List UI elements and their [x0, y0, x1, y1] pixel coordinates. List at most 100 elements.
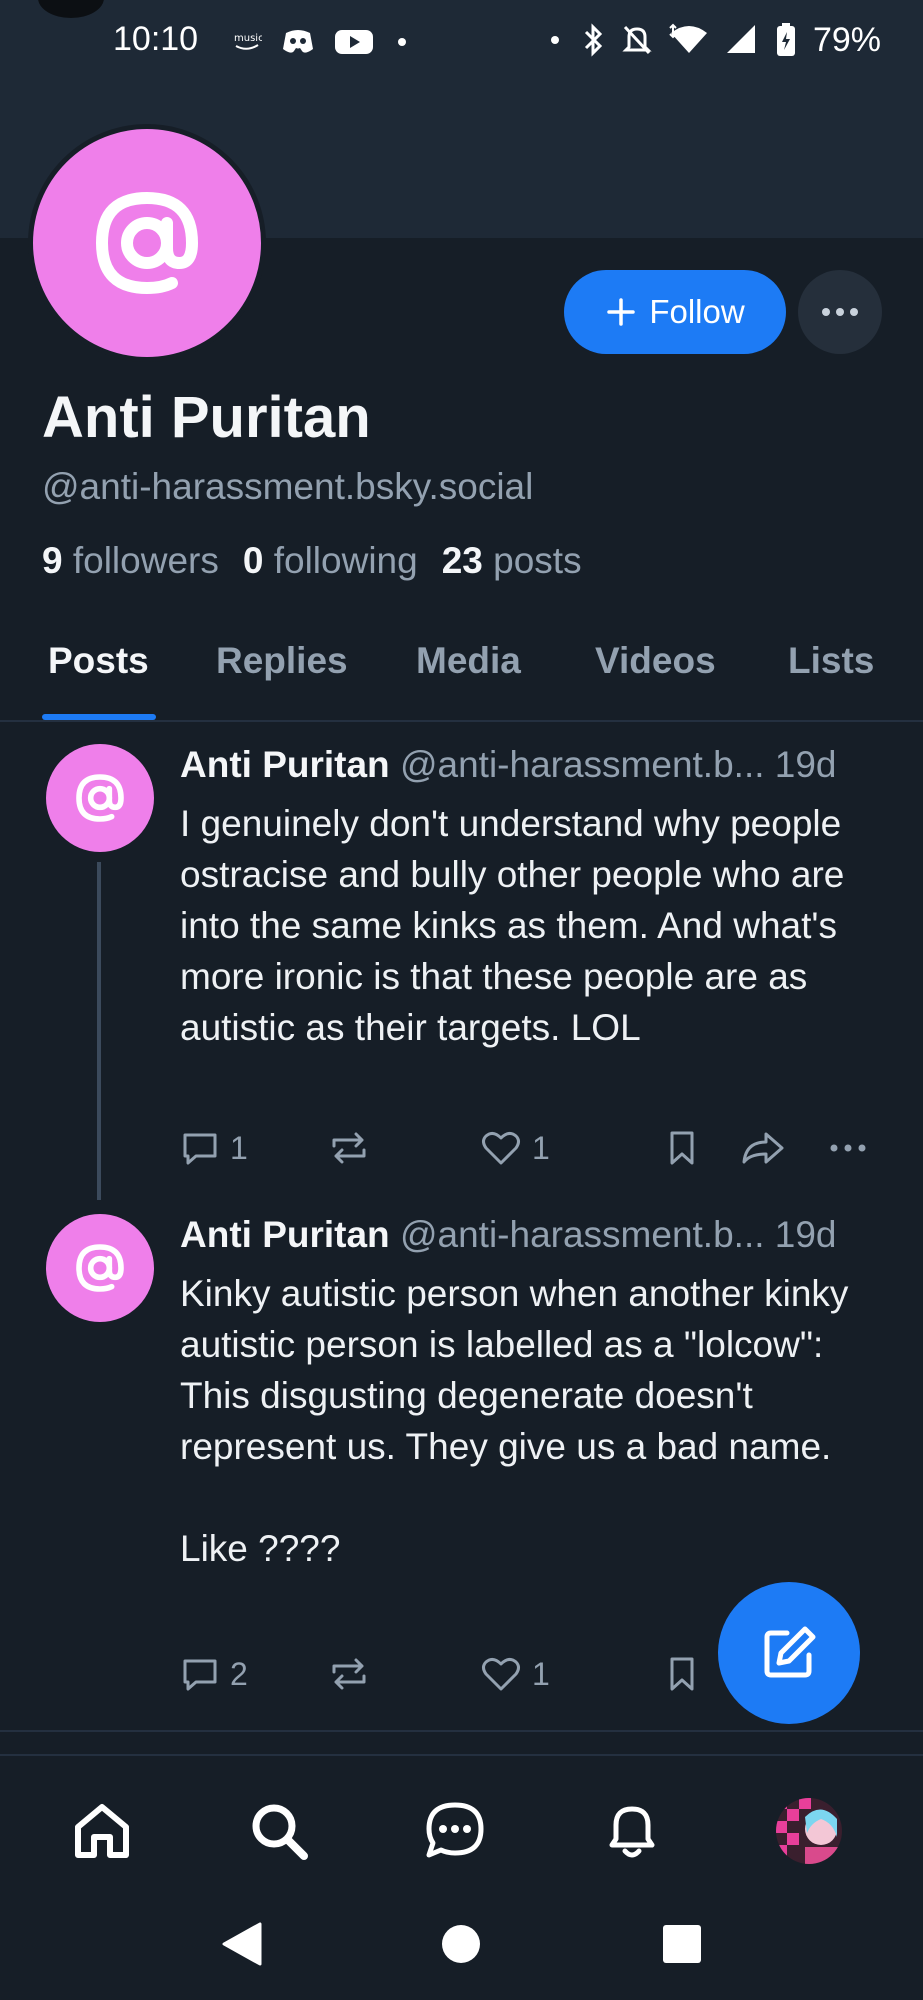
profile-display-name: Anti Puritan — [42, 385, 371, 450]
following-label: following — [273, 540, 418, 581]
chat-icon — [426, 1802, 484, 1858]
recents-button[interactable] — [652, 1914, 712, 1974]
system-navigation-bar — [0, 1894, 923, 2000]
followers-label: followers — [72, 540, 219, 581]
profile-handle: @anti-harassment.bsky.social — [42, 466, 534, 507]
bookmark-icon — [670, 1131, 694, 1165]
reply-icon — [183, 1133, 217, 1165]
post-actions: 1 1 — [180, 1128, 890, 1178]
youtube-icon — [334, 22, 374, 62]
heart-icon — [482, 1657, 520, 1691]
heart-icon — [482, 1131, 520, 1165]
compose-button[interactable] — [718, 1582, 860, 1724]
tab-lists[interactable]: Lists — [788, 640, 874, 682]
back-button[interactable] — [212, 1914, 272, 1974]
signal-icon — [725, 20, 759, 60]
follow-button[interactable]: Follow — [564, 270, 786, 354]
followers-stat[interactable]: 9 followers — [42, 540, 219, 582]
nav-search[interactable] — [244, 1796, 314, 1866]
post-text: Kinky autistic person when another kinky… — [180, 1273, 849, 1569]
nav-profile[interactable] — [774, 1796, 844, 1866]
bluetooth-icon — [581, 20, 605, 60]
feed-post[interactable]: Anti Puritan @anti-harassment.b... 19d I… — [0, 722, 923, 1202]
reply-button[interactable]: 2 — [180, 1654, 248, 1694]
thread-connector — [97, 862, 101, 1200]
bottom-navigation — [0, 1754, 923, 1894]
post-date[interactable]: 19d — [775, 744, 837, 785]
battery-percent: 79% — [812, 20, 881, 59]
search-icon — [252, 1804, 308, 1860]
followers-count: 9 — [42, 540, 63, 581]
tab-posts[interactable]: Posts — [48, 640, 149, 682]
profile-more-button[interactable] — [798, 270, 882, 354]
nav-notifications[interactable] — [597, 1796, 667, 1866]
bell-off-icon — [621, 20, 653, 60]
post-header: Anti Puritan @anti-harassment.b... 19d — [180, 1214, 886, 1256]
tab-replies[interactable]: Replies — [216, 640, 348, 682]
dot-icon — [545, 20, 565, 60]
dot-icon — [392, 22, 412, 62]
repost-button[interactable] — [328, 1128, 380, 1168]
profile-tabs: Posts Replies Media Videos Lists — [0, 620, 923, 722]
recents-square-icon — [663, 1925, 701, 1963]
compose-icon — [764, 1626, 816, 1678]
post-divider — [0, 1730, 923, 1732]
repost-icon — [332, 1132, 366, 1164]
share-icon — [742, 1132, 784, 1164]
bookmark-button[interactable] — [664, 1654, 700, 1694]
reply-icon — [183, 1659, 217, 1691]
post-author-name[interactable]: Anti Puritan — [180, 1214, 390, 1255]
at-sign-icon — [95, 191, 199, 295]
repost-icon — [332, 1658, 366, 1690]
tab-media[interactable]: Media — [416, 640, 521, 682]
status-time: 10:10 — [113, 20, 199, 58]
nav-home[interactable] — [67, 1796, 137, 1866]
nav-chat[interactable] — [420, 1796, 490, 1866]
bookmark-button[interactable] — [664, 1128, 700, 1168]
posts-stat: 23 posts — [442, 540, 582, 582]
post-header: Anti Puritan @anti-harassment.b... 19d — [180, 744, 886, 786]
profile-avatar — [776, 1798, 842, 1864]
wifi-icon — [669, 20, 709, 60]
bell-icon — [609, 1806, 655, 1858]
reply-button[interactable]: 1 — [180, 1128, 248, 1168]
repost-button[interactable] — [328, 1654, 380, 1694]
following-count: 0 — [242, 540, 264, 581]
post-more-button[interactable] — [826, 1128, 870, 1168]
home-button[interactable] — [431, 1914, 491, 1974]
battery-charging-icon — [775, 20, 797, 60]
post-text: I genuinely don't understand why people … — [180, 803, 855, 1048]
home-icon — [75, 1804, 129, 1858]
posts-count: 23 — [441, 540, 483, 581]
profile-stats: 9 followers 0 following 23 posts — [42, 540, 582, 582]
post-author-handle[interactable]: @anti-harassment.b... — [400, 744, 765, 785]
post-author-handle[interactable]: @anti-harassment.b... — [400, 1214, 765, 1255]
more-horizontal-icon — [830, 1144, 866, 1152]
svg-text:music: music — [234, 33, 262, 44]
reply-count: 1 — [230, 1129, 248, 1166]
like-count: 1 — [532, 1655, 550, 1692]
reply-count: 2 — [230, 1655, 248, 1692]
home-circle-icon — [442, 1925, 480, 1963]
profile-avatar[interactable] — [28, 124, 266, 362]
follow-label: Follow — [649, 293, 745, 330]
status-bar: 10:10 music 79% — [0, 0, 923, 84]
at-sign-icon — [76, 774, 124, 822]
like-count: 1 — [532, 1129, 550, 1166]
post-author-avatar[interactable] — [46, 744, 154, 852]
more-horizontal-icon — [822, 308, 858, 316]
post-date[interactable]: 19d — [775, 1214, 837, 1255]
post-author-name[interactable]: Anti Puritan — [180, 744, 390, 785]
amazon-music-icon: music — [232, 22, 262, 62]
tab-videos[interactable]: Videos — [595, 640, 716, 682]
posts-label: posts — [493, 540, 582, 581]
bookmark-icon — [670, 1657, 694, 1691]
plus-icon — [607, 298, 636, 326]
share-button[interactable] — [740, 1128, 786, 1168]
like-button[interactable]: 1 — [480, 1128, 550, 1168]
discord-icon — [280, 22, 316, 62]
like-button[interactable]: 1 — [480, 1654, 550, 1694]
back-triangle-icon — [222, 1922, 262, 1966]
following-stat[interactable]: 0 following — [243, 540, 418, 582]
post-author-avatar[interactable] — [46, 1214, 154, 1322]
